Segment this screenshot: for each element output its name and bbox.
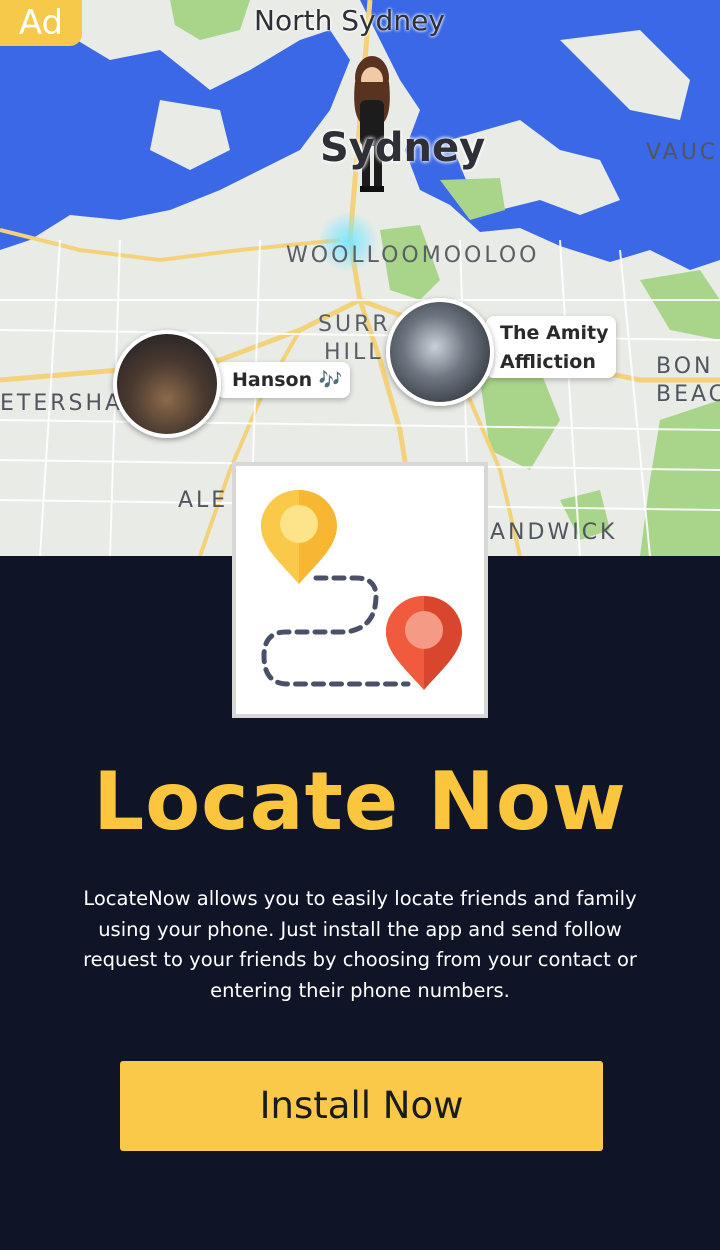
- map-label-north-sydney: North Sydney: [254, 4, 445, 37]
- map-label-bondi-2: BEAC: [656, 382, 720, 407]
- install-now-button[interactable]: Install Now: [120, 1061, 603, 1151]
- story-label-line1: The Amity: [500, 322, 609, 344]
- route-pins-icon: [261, 490, 462, 690]
- story-label-amity-affliction: The Amity Affliction: [486, 316, 616, 378]
- map-label-alexandria: ALE: [178, 488, 229, 513]
- map-label-sydney: Sydney: [320, 125, 486, 171]
- story-label-hanson: Hanson 🎶: [216, 362, 350, 398]
- story-thumbnail-hanson[interactable]: [113, 330, 221, 438]
- map-label-petersham: ETERSHA: [0, 391, 124, 416]
- headline: Locate Now: [93, 755, 627, 848]
- app-icon: [232, 462, 488, 718]
- map-label-vaucluse: VAUC: [646, 140, 719, 165]
- map-label-randwick: ANDWICK: [490, 520, 618, 545]
- ad-badge: Ad: [0, 0, 82, 46]
- description-text: LocateNow allows you to easily locate fr…: [83, 887, 637, 1002]
- map-label-bondi-1: BON: [656, 354, 714, 379]
- map-label-woolloomooloo: WOOLLOOMOOLOO: [286, 243, 540, 268]
- story-label-line2: Affliction: [500, 351, 596, 373]
- map-label-surry-hills-1: SURR: [318, 312, 391, 337]
- story-thumbnail-amity-affliction[interactable]: [386, 298, 494, 406]
